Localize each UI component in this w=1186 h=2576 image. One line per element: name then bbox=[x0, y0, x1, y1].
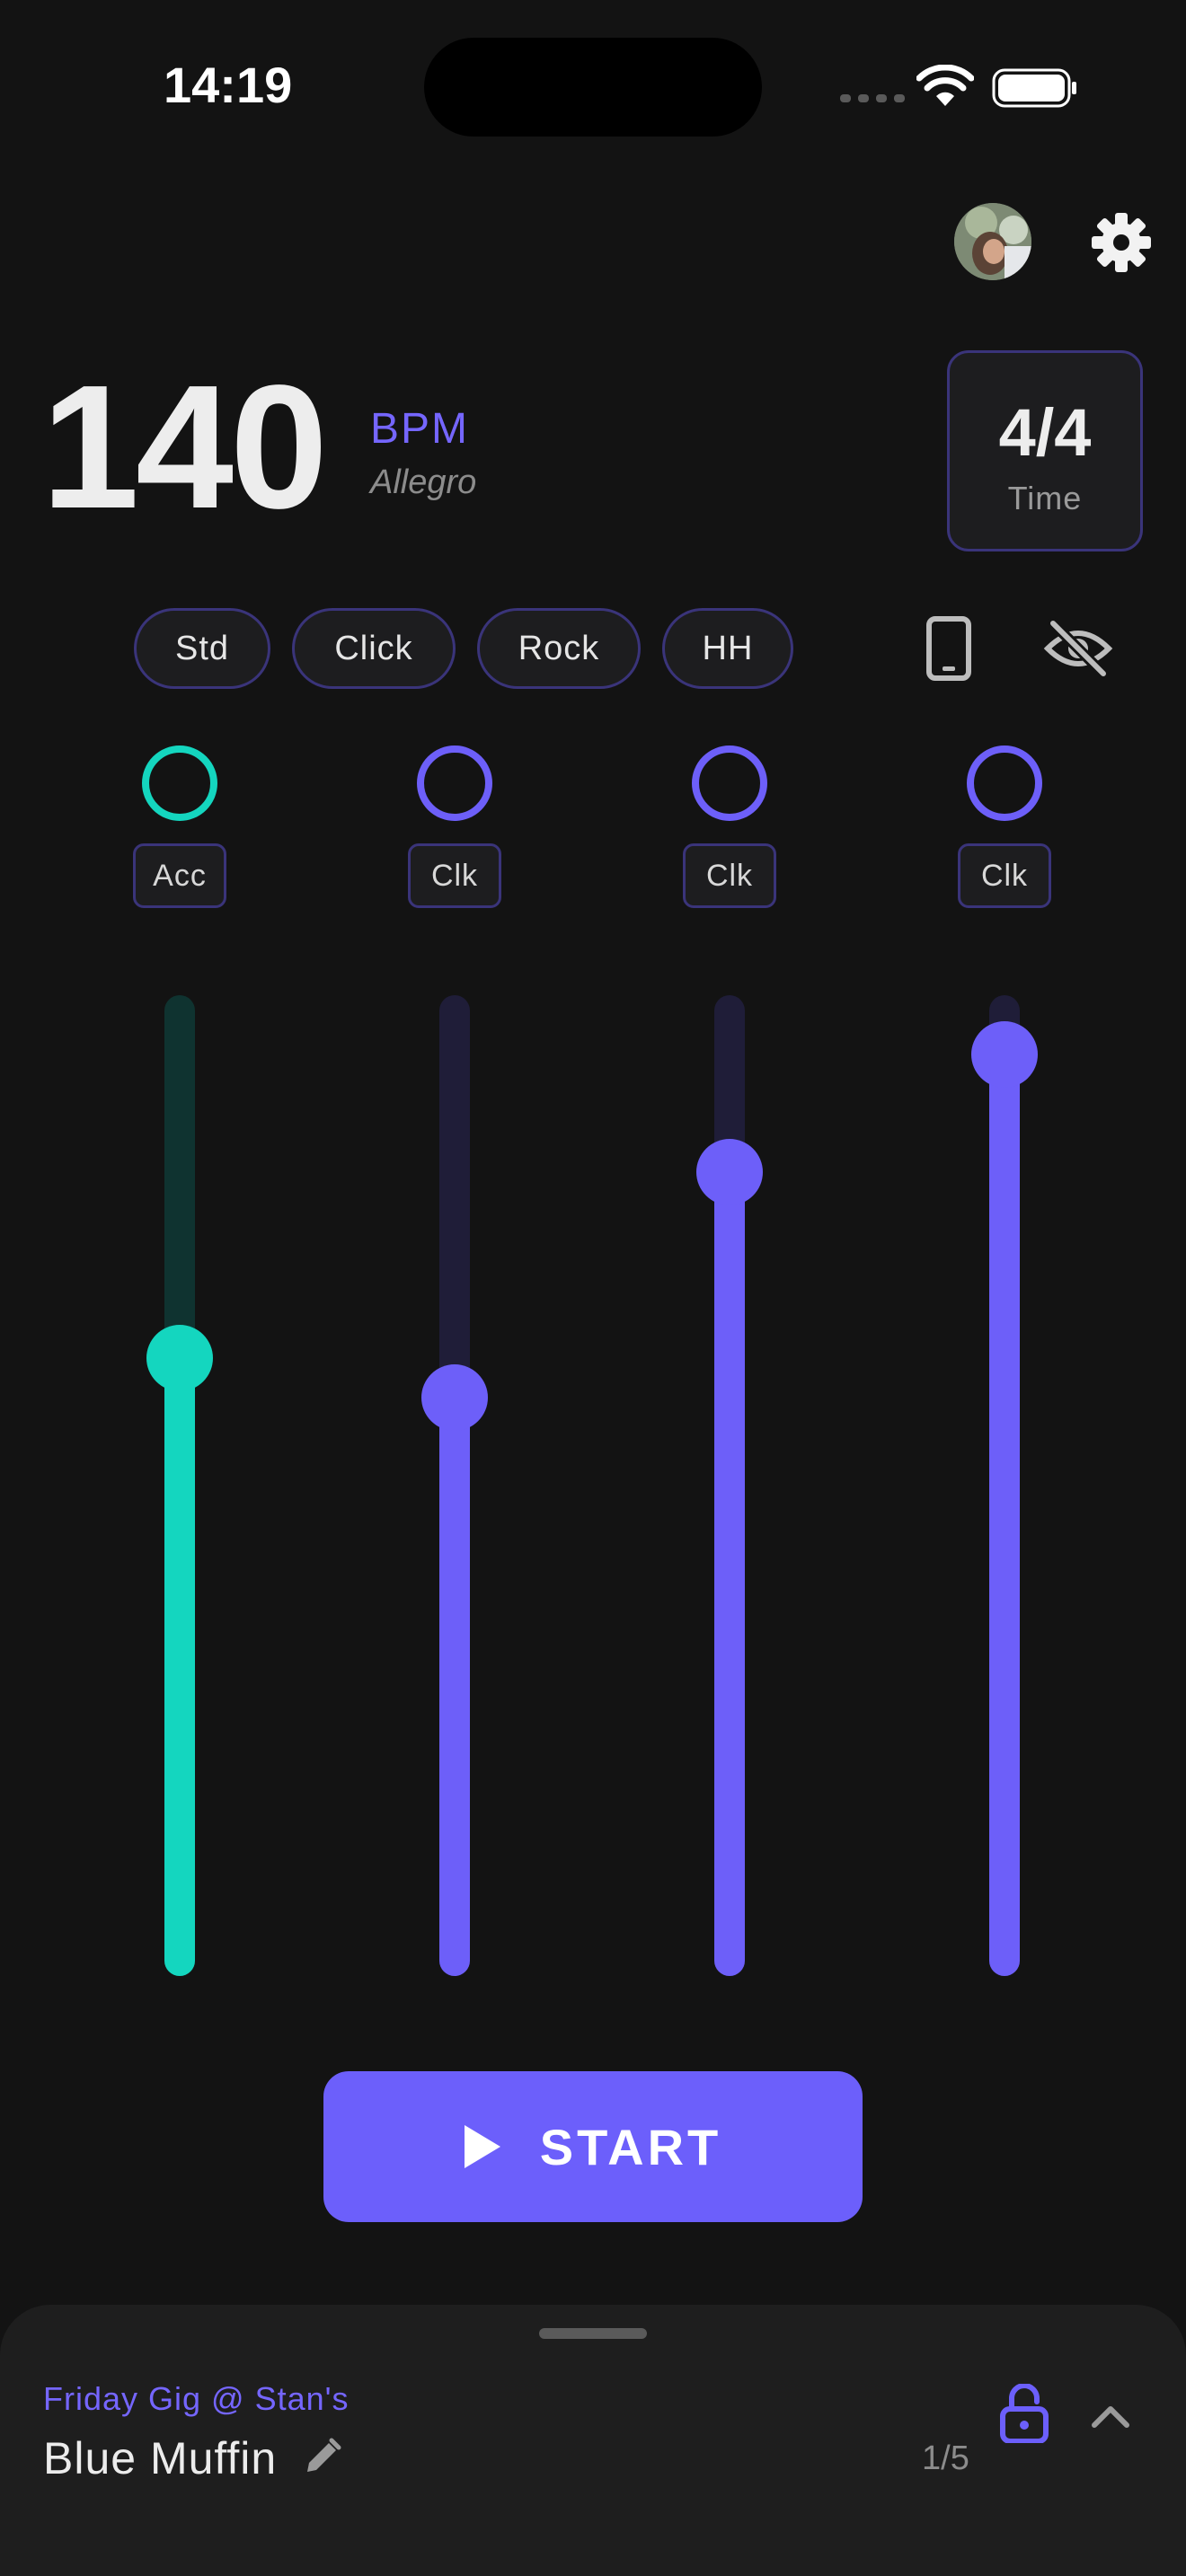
chevron-up-icon[interactable] bbox=[1089, 2402, 1132, 2429]
play-icon bbox=[464, 2125, 500, 2168]
slider-fill bbox=[164, 1358, 195, 1976]
slider-fill bbox=[714, 1172, 745, 1976]
phone-icon[interactable] bbox=[925, 616, 972, 681]
preset-chip-click[interactable]: Click bbox=[292, 608, 456, 689]
slider-fill bbox=[439, 1398, 470, 1976]
slider-thumb[interactable] bbox=[421, 1364, 488, 1431]
beat-volume-slider-3[interactable] bbox=[696, 995, 763, 1976]
lock-open-icon[interactable] bbox=[999, 2384, 1049, 2443]
beat-sound-button-4[interactable]: Clk bbox=[958, 843, 1051, 908]
gear-icon[interactable] bbox=[1089, 210, 1154, 275]
wifi-icon bbox=[916, 65, 974, 106]
preset-chip-std[interactable]: Std bbox=[134, 608, 270, 689]
beat-volume-slider-1[interactable] bbox=[146, 995, 213, 1976]
status-time: 14:19 bbox=[164, 57, 293, 113]
preset-chip-hh[interactable]: HH bbox=[662, 608, 793, 689]
time-signature-button[interactable]: 4/4 Time bbox=[947, 350, 1143, 551]
bpm-unit-label: BPM bbox=[370, 405, 470, 453]
beat-volume-slider-2[interactable] bbox=[421, 995, 488, 1976]
start-button-label: START bbox=[539, 2118, 722, 2175]
slider-fill bbox=[989, 1054, 1020, 1976]
time-signature-label: Time bbox=[1007, 480, 1083, 516]
beat-sound-button-3[interactable]: Clk bbox=[683, 843, 776, 908]
start-button[interactable]: START bbox=[323, 2071, 863, 2222]
cellular-signal-icon bbox=[840, 94, 905, 102]
song-position: 1/5 bbox=[922, 2439, 969, 2477]
beat-sound-button-1[interactable]: Acc bbox=[133, 843, 226, 908]
slider-thumb[interactable] bbox=[146, 1325, 213, 1391]
battery-icon bbox=[992, 68, 1076, 108]
bpm-value[interactable]: 140 bbox=[41, 359, 328, 535]
tempo-marking: Allegro bbox=[370, 463, 477, 501]
beat-indicator-1[interactable] bbox=[142, 745, 217, 821]
song-title[interactable]: Blue Muffin bbox=[43, 2432, 277, 2484]
slider-thumb[interactable] bbox=[696, 1139, 763, 1205]
sheet-drag-handle[interactable] bbox=[539, 2328, 647, 2339]
slider-thumb[interactable] bbox=[971, 1021, 1038, 1088]
beat-indicator-4[interactable] bbox=[967, 745, 1042, 821]
avatar[interactable] bbox=[954, 203, 1031, 280]
preset-chip-rock[interactable]: Rock bbox=[477, 608, 641, 689]
beat-sound-button-2[interactable]: Clk bbox=[408, 843, 501, 908]
beat-indicator-2[interactable] bbox=[417, 745, 492, 821]
time-signature-value: 4/4 bbox=[998, 395, 1092, 470]
beat-volume-slider-4[interactable] bbox=[971, 995, 1038, 1976]
dynamic-island bbox=[424, 38, 762, 137]
eye-off-icon[interactable] bbox=[1042, 616, 1114, 681]
beat-indicator-3[interactable] bbox=[692, 745, 767, 821]
pencil-icon[interactable] bbox=[302, 2438, 341, 2477]
setlist-name[interactable]: Friday Gig @ Stan's bbox=[43, 2380, 350, 2418]
